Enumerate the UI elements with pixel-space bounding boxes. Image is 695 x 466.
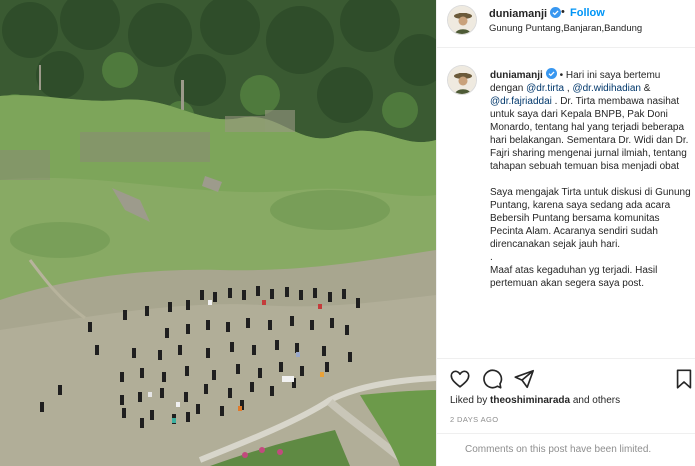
caption-separator: & — [640, 83, 651, 94]
caption-paragraph-4: Maaf atas kegaduhan yg terjadi. Hasil pe… — [490, 265, 658, 289]
separator-dot: • — [561, 6, 565, 18]
caption-paragraph-3: . — [490, 252, 493, 263]
verified-badge-icon — [545, 68, 557, 79]
post-photo[interactable] — [0, 0, 436, 466]
caption-text: duniamanji • Hari ini saya bertemu denga… — [490, 68, 691, 290]
caption-paragraph-2: Saya mengajak Tirta untuk diskusi di Gun… — [490, 187, 691, 250]
post-caption: duniamanji • Hari ini saya bertemu denga… — [437, 49, 695, 358]
avatar[interactable] — [447, 5, 477, 35]
comment-button[interactable] — [481, 368, 503, 390]
comment-area: Comments on this post have been limited. — [437, 433, 695, 466]
post-header: duniamanji • Follow Gunung Puntang,Banja… — [437, 0, 695, 48]
caption-avatar[interactable] — [447, 65, 477, 95]
save-button[interactable] — [673, 368, 695, 390]
like-button[interactable] — [449, 368, 471, 390]
verified-badge-icon — [550, 7, 562, 18]
avatar-image — [448, 6, 476, 34]
follow-button[interactable]: Follow — [570, 7, 605, 19]
mention-link[interactable]: @dr.widihadian — [572, 83, 641, 94]
comment-icon — [483, 369, 503, 389]
avatar-image — [448, 66, 476, 94]
liked-suffix[interactable]: and others — [570, 395, 620, 406]
paper-plane-icon — [514, 369, 534, 389]
post-username-text[interactable]: duniamanji — [489, 8, 547, 20]
share-button[interactable] — [513, 368, 535, 390]
caption-body: . Dr. Tirta membawa nasihat untuk saya d… — [490, 96, 689, 172]
post-timestamp[interactable]: 2 DAYS AGO — [450, 415, 498, 424]
mention-link[interactable]: @dr.tirta — [526, 83, 564, 94]
aerial-field-photo — [0, 0, 436, 466]
caption-username[interactable]: duniamanji — [490, 70, 543, 81]
comments-limited-notice: Comments on this post have been limited. — [465, 444, 652, 455]
bookmark-icon — [676, 369, 692, 389]
heart-icon — [450, 370, 470, 388]
post-username[interactable]: duniamanji — [489, 7, 562, 20]
caption-paragraph-1: duniamanji • Hari ini saya bertemu denga… — [490, 68, 691, 173]
mention-link[interactable]: @dr.fajriaddai — [490, 96, 552, 107]
liked-by-text: Liked by theoshiminarada and others — [450, 395, 620, 406]
liked-by-user-link[interactable]: theoshiminarada — [490, 395, 570, 406]
post-location[interactable]: Gunung Puntang,Banjaran,Bandung — [489, 23, 642, 34]
liked-prefix: Liked by — [450, 395, 491, 406]
post-side-panel: duniamanji • Follow Gunung Puntang,Banja… — [437, 0, 695, 466]
post-actions: Liked by theoshiminarada and others 2 DA… — [437, 358, 695, 466]
